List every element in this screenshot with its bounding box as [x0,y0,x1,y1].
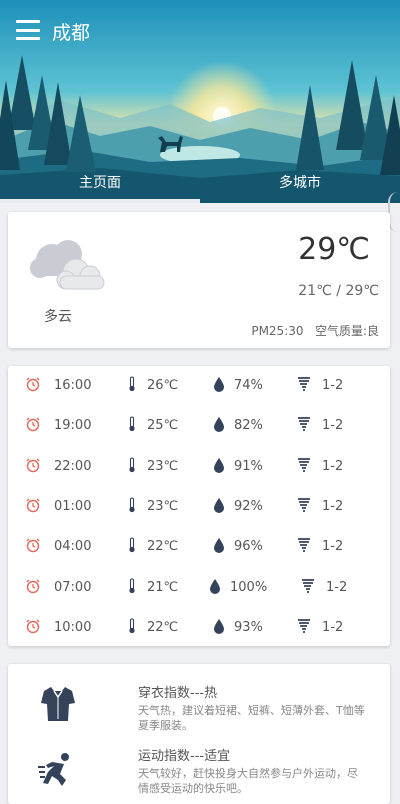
hour-wind: 1-2 [322,458,344,474]
thermometer-icon [129,618,135,633]
hour-time: 22:00 [54,458,92,474]
city-title: 成都 [52,22,91,44]
hour-temperature: 22℃ [147,619,179,635]
humidity-drop-icon [214,538,224,554]
wind-tornado-icon [298,417,310,432]
hour-time: 10:00 [54,619,92,635]
hour-temperature: 26℃ [147,378,179,393]
hour-temperature: 21℃ [147,579,179,595]
hour-time: 19:00 [54,418,92,434]
hour-wind: 1-2 [322,539,344,555]
header-banner: 成都 主页面 多城市 [0,0,400,203]
shirt-icon [41,687,75,721]
hour-wind: 1-2 [322,378,344,393]
hourly-row: 19:00 25℃ 82% 1-2 [8,406,390,446]
wind-tornado-icon [298,377,310,391]
humidity-drop-icon [214,417,224,433]
wind-tornado-icon [302,578,314,593]
hour-time: 16:00 [54,378,92,393]
alarm-clock-icon [26,579,40,593]
humidity-drop-icon [214,457,224,473]
thermometer-icon [129,416,135,432]
hourly-row: 22:00 23℃ 91% 1-2 [8,447,390,487]
temperature-range: 21℃ / 29℃ [298,283,379,299]
air-quality-line: PM25:30 空气质量:良 [251,322,379,339]
tab-indicator [0,199,200,203]
hourly-row: 04:00 22℃ 96% 1-2 [8,527,390,567]
air-quality-value: 空气质量:良 [314,324,379,338]
hour-time: 07:00 [54,579,92,595]
thermometer-icon [129,376,135,392]
hour-humidity: 96% [234,539,263,555]
hour-humidity: 93% [234,619,263,635]
sport-index-desc: 天气较好，赶快投身大自然参与户外运动，尽情感受运动的快乐吧。 [138,767,358,795]
alarm-clock-icon [26,498,40,513]
clothing-index-desc: 天气热，建议着短裙、短裤、短薄外套、T恤等夏季服装。 [138,704,365,732]
hour-temperature: 22℃ [147,539,179,555]
hour-time: 04:00 [54,539,92,555]
wind-tornado-icon [298,457,310,472]
alarm-clock-icon [26,417,40,432]
hour-temperature: 25℃ [147,418,179,434]
running-icon [38,753,69,786]
hour-temperature: 23℃ [147,498,179,514]
humidity-drop-icon [214,497,224,513]
hour-wind: 1-2 [322,498,344,514]
sport-index-title: 运动指数---适宜 [138,749,231,764]
alarm-clock-icon [26,458,40,472]
hourly-row: 01:00 23℃ 92% 1-2 [8,487,390,527]
alarm-clock-icon [26,377,40,392]
current-temperature: 29℃ [298,232,370,267]
thermometer-icon [129,457,135,472]
menu-icon-bar [16,20,40,23]
hour-wind: 1-2 [326,579,348,595]
hourly-row: 07:00 21℃ 100% 1-2 [8,568,390,608]
tab-home[interactable]: 主页面 [0,160,200,203]
wind-tornado-icon [298,497,310,512]
wind-tornado-icon [298,618,310,633]
menu-button[interactable] [16,20,40,40]
hour-temperature: 23℃ [147,458,179,474]
hour-humidity: 74% [234,378,263,393]
hour-humidity: 92% [234,498,263,514]
thermometer-icon [129,537,135,553]
wind-tornado-icon [298,538,310,553]
hour-wind: 1-2 [322,418,344,434]
alarm-clock-icon [26,619,40,633]
tab-bar: 主页面 多城市 [0,160,400,203]
condition-text: 多云 [44,309,72,325]
cloudy-icon [30,240,105,290]
tab-multi-city[interactable]: 多城市 [200,160,400,203]
hour-humidity: 100% [230,579,268,595]
hour-humidity: 91% [234,458,263,474]
hour-time: 01:00 [54,498,92,514]
humidity-drop-icon [214,377,224,392]
menu-icon-bar [16,28,40,32]
alarm-clock-icon [26,538,40,553]
hourly-row: 16:00 26℃ 74% 1-2 [8,366,390,406]
menu-icon-bar [16,37,40,40]
humidity-drop-icon [210,578,220,594]
clothing-index-title: 穿衣指数---热 [138,686,218,701]
humidity-drop-icon [214,618,224,634]
hour-humidity: 82% [234,418,263,434]
hour-wind: 1-2 [322,619,344,635]
pm25-value: PM25:30 [251,324,304,338]
hourly-row: 10:00 22℃ 93% 1-2 [8,608,390,648]
thermometer-icon [129,497,135,512]
thermometer-icon [129,577,135,593]
